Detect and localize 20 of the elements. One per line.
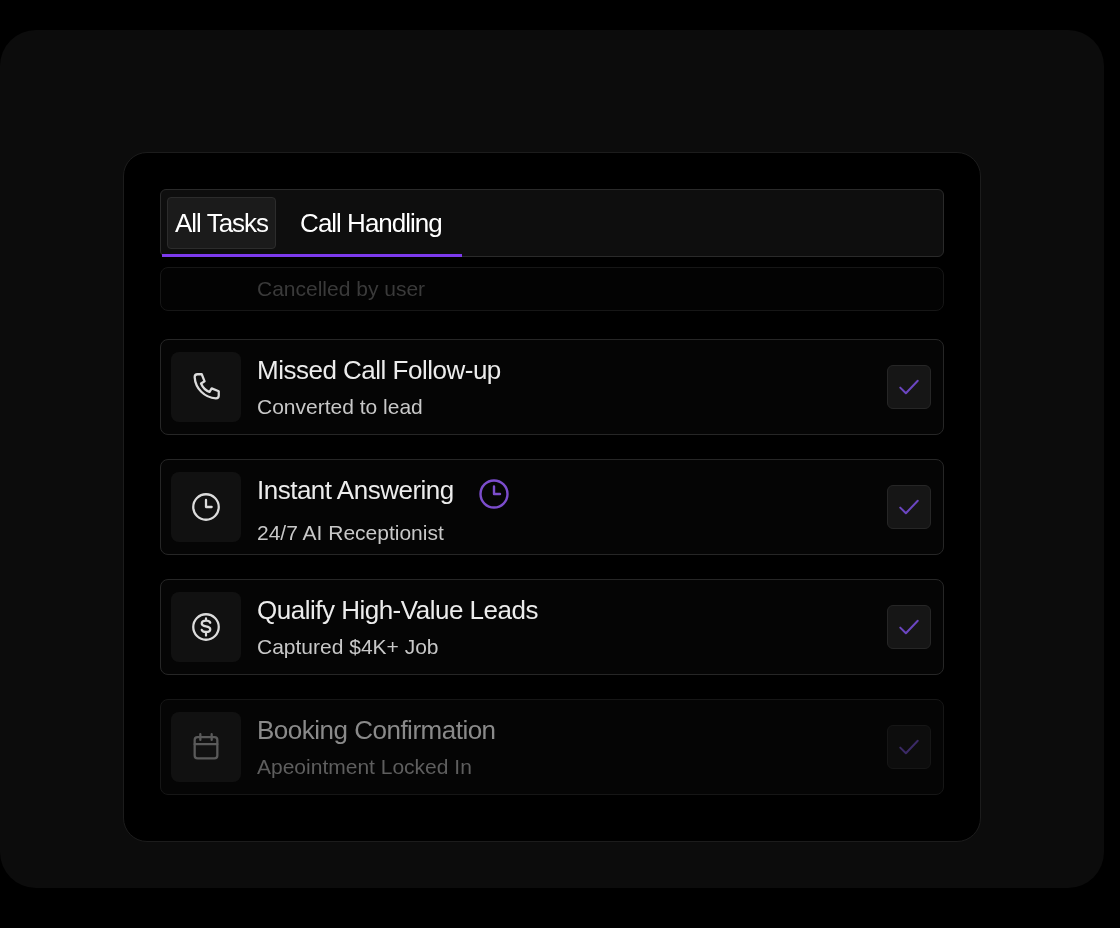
dollar-icon <box>189 610 223 644</box>
task-title: Qualify High-Value Leads <box>257 594 538 626</box>
task-title: Booking Confirmation <box>257 714 496 746</box>
task-card[interactable]: Instant Answering 24/7 AI Receptionist <box>160 459 944 555</box>
task-card[interactable]: Missed Call Follow-up Converted to lead <box>160 339 944 435</box>
task-title: Instant Answering <box>257 474 454 506</box>
checkbox[interactable] <box>887 725 931 769</box>
task-subtitle: Converted to lead <box>257 394 424 420</box>
task-subtitle: Captured $4K+ Job <box>257 634 440 660</box>
task-card[interactable]: Qualify High-Value Leads Captured $4K+ Job <box>160 579 944 675</box>
clock-icon <box>189 490 223 524</box>
task-subtitle: Apeointment Locked In <box>257 754 473 780</box>
checkbox[interactable] <box>887 365 931 409</box>
task-title: Missed Call Follow-up <box>257 354 501 386</box>
checkbox[interactable] <box>887 485 931 529</box>
checkbox[interactable] <box>887 605 931 649</box>
task-card[interactable]: Booking Confirmation Apeointment Locked In <box>160 699 944 795</box>
tab[interactable]: All Tasks <box>167 197 277 249</box>
task-subtitle: 24/7 AI Receptionist <box>257 520 445 546</box>
tab[interactable]: Call Handling <box>282 197 460 249</box>
